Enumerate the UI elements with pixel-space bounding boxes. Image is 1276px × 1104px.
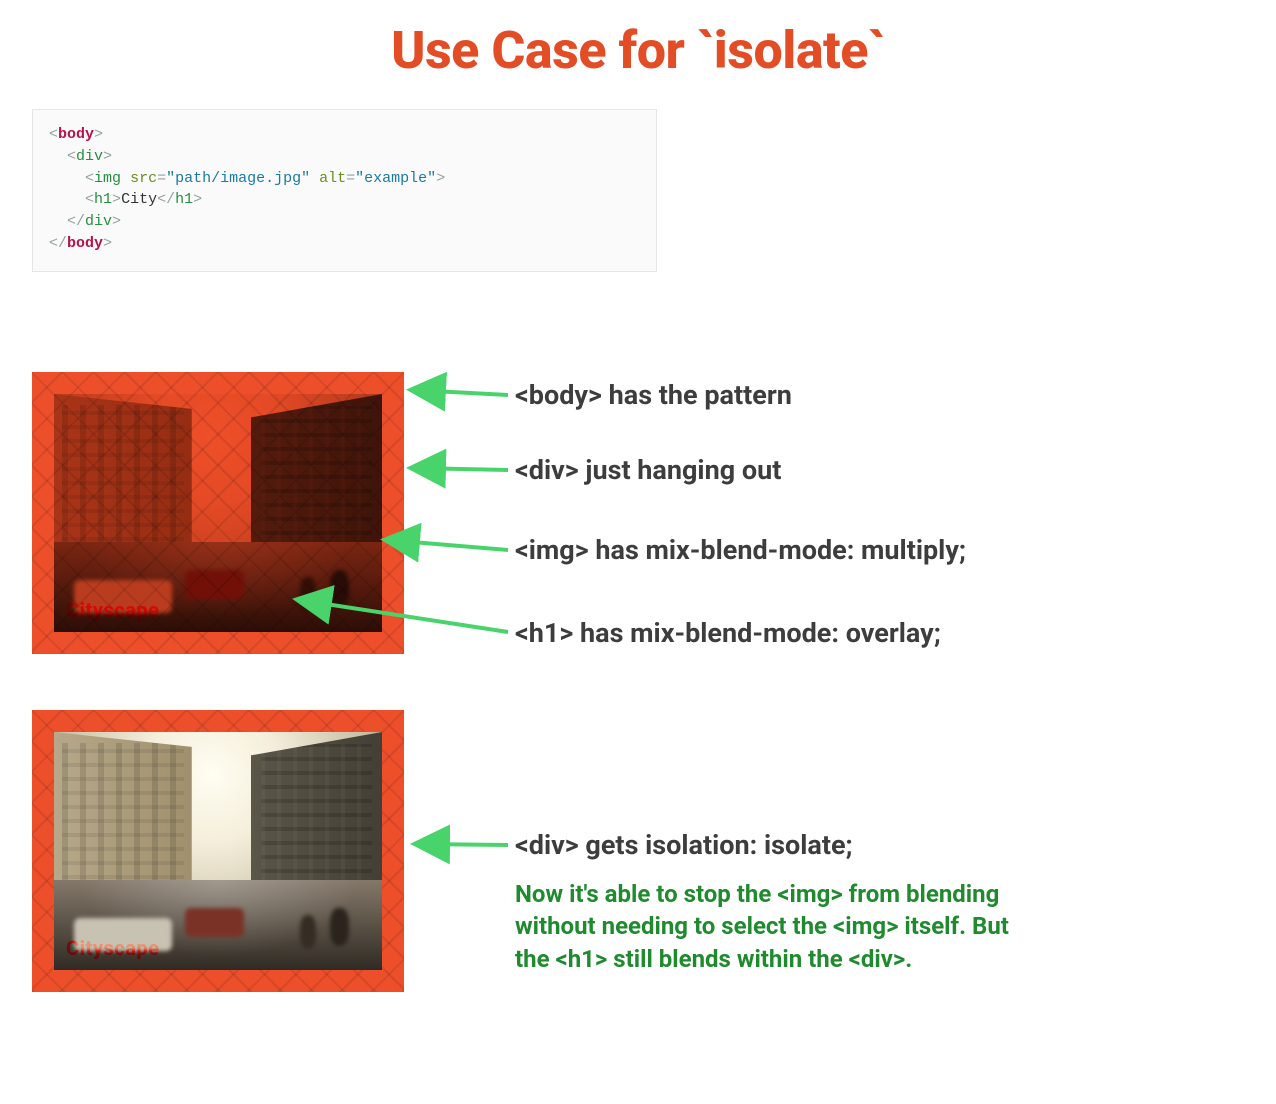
- note-div-hanging: <div> just hanging out: [515, 455, 781, 486]
- title-text: Use Case for: [391, 20, 697, 81]
- code-h1-text: City: [121, 191, 157, 208]
- code-img-src: "path/image.jpg": [166, 170, 310, 187]
- demo-with-isolate: Cityscape: [32, 710, 404, 992]
- slide-title: Use Case for `isolate`: [0, 20, 1276, 81]
- code-example: <body> <div> <img src="path/image.jpg" a…: [32, 109, 657, 272]
- note-body-pattern: <body> has the pattern: [515, 380, 792, 411]
- title-code: `isolate`: [697, 20, 885, 81]
- note-explanation: Now it's able to stop the <img> from ble…: [515, 878, 1035, 975]
- demo-without-isolate: Cityscape: [32, 372, 404, 654]
- demo2-div: Cityscape: [54, 732, 382, 970]
- demo2-img: [54, 732, 382, 970]
- demo1-caption: Cityscape: [66, 598, 160, 622]
- demo1-div: Cityscape: [54, 394, 382, 632]
- demo1-img: [54, 394, 382, 632]
- note-h1-overlay: <h1> has mix-blend-mode: overlay;: [515, 618, 941, 649]
- code-img-alt: "example": [355, 170, 436, 187]
- demo2-caption: Cityscape: [66, 936, 160, 960]
- note-div-isolate: <div> gets isolation: isolate;: [515, 830, 853, 861]
- note-img-multiply: <img> has mix-blend-mode: multiply;: [515, 535, 966, 566]
